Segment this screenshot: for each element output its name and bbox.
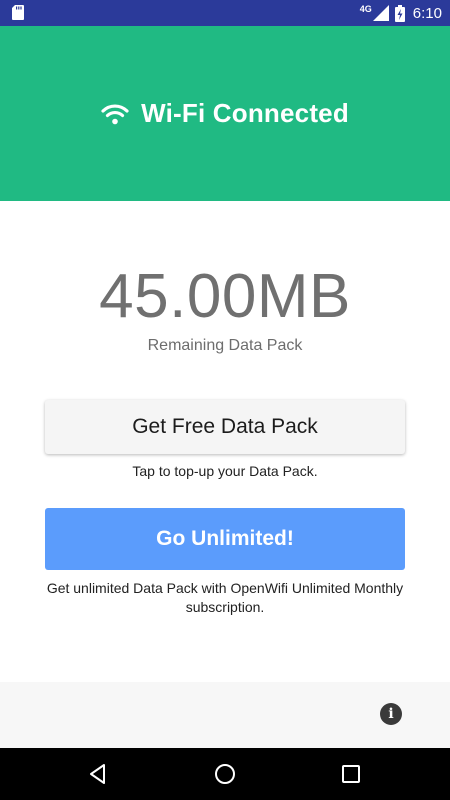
main-content: 45.00MB Remaining Data Pack Get Free Dat… (0, 201, 450, 682)
back-icon[interactable] (86, 762, 110, 786)
free-data-pack-caption: Tap to top-up your Data Pack. (132, 463, 318, 479)
network-type-label: 4G (359, 4, 372, 14)
footer: i (0, 682, 450, 748)
remaining-data-caption: Remaining Data Pack (147, 337, 303, 354)
get-free-data-pack-button[interactable]: Get Free Data Pack (45, 400, 405, 454)
unlimited-caption: Get unlimited Data Pack with OpenWifi Un… (46, 580, 404, 615)
recent-apps-icon[interactable] (339, 762, 363, 786)
navigation-bar (0, 748, 450, 800)
connection-header: Wi-Fi Connected (0, 26, 450, 201)
connection-status-title: Wi-Fi Connected (141, 98, 349, 128)
info-icon[interactable]: i (380, 703, 402, 725)
go-unlimited-button[interactable]: Go Unlimited! (45, 508, 405, 570)
home-icon[interactable] (213, 762, 237, 786)
signal-icon (372, 5, 389, 21)
status-bar: 4G 6:10 (0, 0, 450, 26)
wifi-icon (101, 103, 129, 124)
sd-card-icon (12, 5, 24, 20)
battery-charging-icon (394, 4, 405, 22)
remaining-data-amount: 45.00MB (99, 262, 351, 331)
status-time: 6:10 (412, 4, 442, 22)
